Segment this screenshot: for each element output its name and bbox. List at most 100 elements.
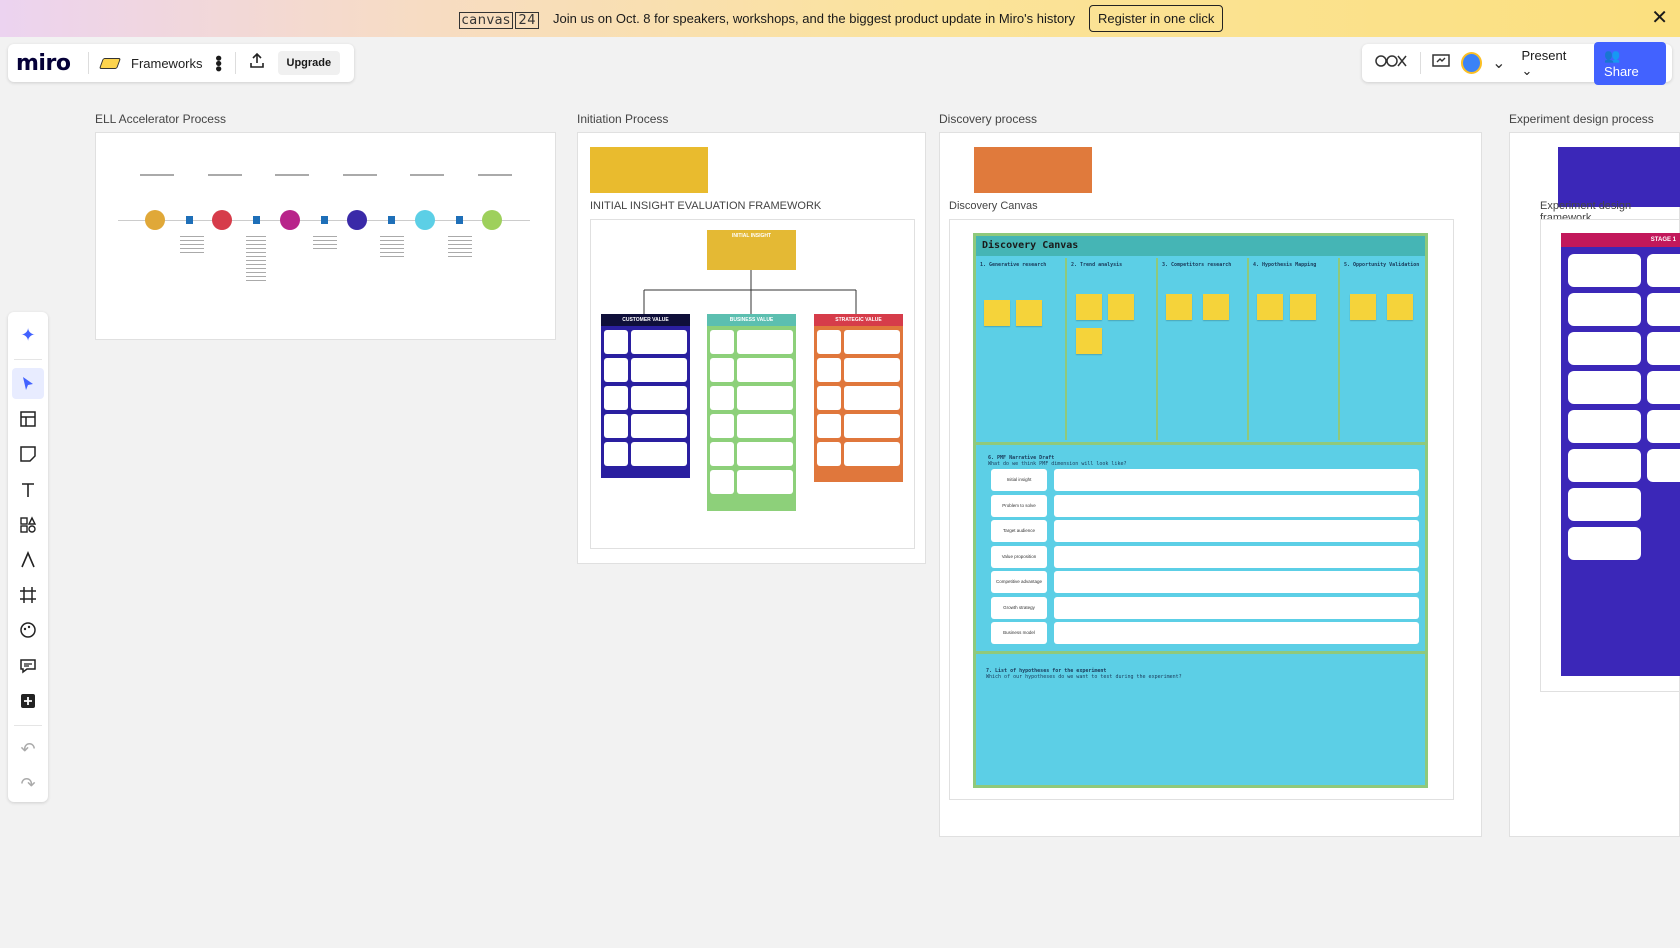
- stage-card[interactable]: [1647, 293, 1680, 326]
- canvas-column[interactable]: 4. Hypothesis Mapping: [1249, 258, 1340, 440]
- comment-icon[interactable]: [12, 650, 44, 681]
- customer-value-column[interactable]: CUSTOMER VALUE: [601, 314, 690, 478]
- pmf-field[interactable]: [1054, 622, 1419, 644]
- board-name[interactable]: Frameworks: [131, 56, 203, 71]
- pmf-field[interactable]: [1054, 571, 1419, 593]
- sticky-note[interactable]: [1166, 294, 1192, 320]
- frame-label-discovery[interactable]: Discovery process: [939, 112, 1037, 126]
- banner-message: Join us on Oct. 8 for speakers, workshop…: [552, 11, 1076, 26]
- present-button[interactable]: Present ⌄: [1516, 48, 1585, 79]
- frame-label-ell[interactable]: ELL Accelerator Process: [95, 112, 226, 126]
- stage-card[interactable]: [1568, 410, 1641, 443]
- stage-card[interactable]: [1647, 449, 1680, 482]
- initial-insight-box[interactable]: INITIAL INSIGHT: [707, 230, 796, 270]
- business-value-column[interactable]: BUSINESS VALUE: [707, 314, 796, 511]
- upgrade-button[interactable]: Upgrade: [277, 51, 341, 75]
- connector-lines: [643, 270, 857, 315]
- export-icon[interactable]: [248, 52, 266, 75]
- sticky-note[interactable]: [1108, 294, 1134, 320]
- sticky-note[interactable]: [984, 300, 1010, 326]
- templates-icon[interactable]: [12, 403, 44, 434]
- sticky-note[interactable]: [1203, 294, 1229, 320]
- canvas24-logo: canvas 24: [457, 9, 539, 29]
- strategic-value-column[interactable]: STRATEGIC VALUE: [814, 314, 903, 482]
- collab-toolbar: ⌄ Present ⌄ 👥 Share: [1362, 41, 1672, 85]
- more-options-icon[interactable]: •••: [209, 55, 229, 71]
- pmf-field[interactable]: [1054, 495, 1419, 517]
- divider: [14, 359, 42, 361]
- stage-card[interactable]: [1568, 371, 1641, 404]
- text-placeholder: [246, 236, 266, 281]
- sticker-icon[interactable]: [12, 615, 44, 646]
- discovery-canvas[interactable]: Discovery Canvas 1. Generative research …: [973, 233, 1428, 788]
- frame-icon[interactable]: [12, 580, 44, 611]
- reactions-icon[interactable]: [1374, 52, 1410, 75]
- text-placeholder: [208, 174, 242, 176]
- table-row: [604, 358, 687, 382]
- table-row: [710, 442, 793, 466]
- pmf-narrative-section[interactable]: 6. PMF Narrative Draft What do we think …: [976, 442, 1425, 654]
- sticky-note-icon[interactable]: [12, 439, 44, 470]
- redo-icon[interactable]: ↷: [12, 769, 44, 800]
- discovery-canvas-label: Discovery Canvas: [949, 200, 1038, 212]
- sticky-note[interactable]: [1076, 294, 1102, 320]
- undo-icon[interactable]: ↶: [12, 734, 44, 765]
- board-icon: [98, 57, 122, 69]
- framework-title: INITIAL INSIGHT EVALUATION FRAMEWORK: [590, 200, 822, 212]
- sticky-note[interactable]: [1350, 294, 1376, 320]
- sticky-note[interactable]: [1387, 294, 1413, 320]
- hypotheses-section[interactable]: 7. List of hypotheses for the experiment…: [986, 668, 1182, 680]
- ai-sparkle-icon[interactable]: ✦: [12, 320, 44, 351]
- stage-card[interactable]: [1568, 254, 1641, 287]
- share-button[interactable]: 👥 Share: [1594, 41, 1666, 85]
- pmf-field[interactable]: [1054, 520, 1419, 542]
- avatar[interactable]: [1460, 52, 1483, 74]
- divider: [88, 52, 89, 74]
- sticky-note[interactable]: [1257, 294, 1283, 320]
- text-placeholder: [410, 174, 444, 176]
- experiment-stage-column[interactable]: STAGE 1: [1561, 233, 1680, 676]
- table-row: [710, 470, 793, 494]
- sticky-note[interactable]: [1290, 294, 1316, 320]
- canvas-column[interactable]: 1. Generative research: [976, 258, 1067, 440]
- stage-card[interactable]: [1568, 293, 1641, 326]
- stage-card[interactable]: [1647, 410, 1680, 443]
- pen-icon[interactable]: [12, 544, 44, 575]
- select-cursor-icon[interactable]: [12, 368, 44, 400]
- info-note[interactable]: [1558, 147, 1680, 207]
- info-note[interactable]: [974, 147, 1092, 193]
- divider: [1420, 52, 1421, 74]
- pmf-field[interactable]: [1054, 469, 1419, 491]
- stage-card[interactable]: [1647, 371, 1680, 404]
- text-placeholder: [343, 174, 377, 176]
- table-row: [710, 330, 793, 354]
- miro-logo[interactable]: miro: [16, 51, 76, 76]
- canvas-column[interactable]: 5. Opportunity Validation: [1340, 258, 1428, 440]
- shapes-icon[interactable]: [12, 509, 44, 540]
- table-row: [817, 358, 900, 382]
- text-placeholder: [478, 174, 512, 176]
- canvas-column[interactable]: 3. Competitors research: [1158, 258, 1249, 440]
- presentation-icon[interactable]: [1431, 52, 1451, 75]
- stage-card[interactable]: [1568, 449, 1641, 482]
- frame-label-initiation[interactable]: Initiation Process: [577, 112, 668, 126]
- text-placeholder: [180, 236, 204, 256]
- stage-card[interactable]: [1568, 527, 1641, 560]
- stage-card[interactable]: [1647, 254, 1680, 287]
- table-row: [604, 442, 687, 466]
- pmf-field[interactable]: [1054, 597, 1419, 619]
- close-icon[interactable]: ✕: [1651, 8, 1668, 28]
- chevron-down-icon[interactable]: ⌄: [1492, 53, 1505, 73]
- info-note[interactable]: [590, 147, 708, 193]
- timeline-stage: [212, 210, 232, 230]
- frame-label-experiment[interactable]: Experiment design process: [1509, 112, 1654, 126]
- add-more-icon[interactable]: [12, 685, 44, 716]
- register-button[interactable]: Register in one click: [1089, 5, 1224, 32]
- sticky-note[interactable]: [1016, 300, 1042, 326]
- stage-card[interactable]: [1568, 488, 1641, 521]
- stage-card[interactable]: [1568, 332, 1641, 365]
- sticky-note[interactable]: [1076, 328, 1102, 354]
- pmf-field[interactable]: [1054, 546, 1419, 568]
- stage-card[interactable]: [1647, 332, 1680, 365]
- text-icon[interactable]: [12, 474, 44, 505]
